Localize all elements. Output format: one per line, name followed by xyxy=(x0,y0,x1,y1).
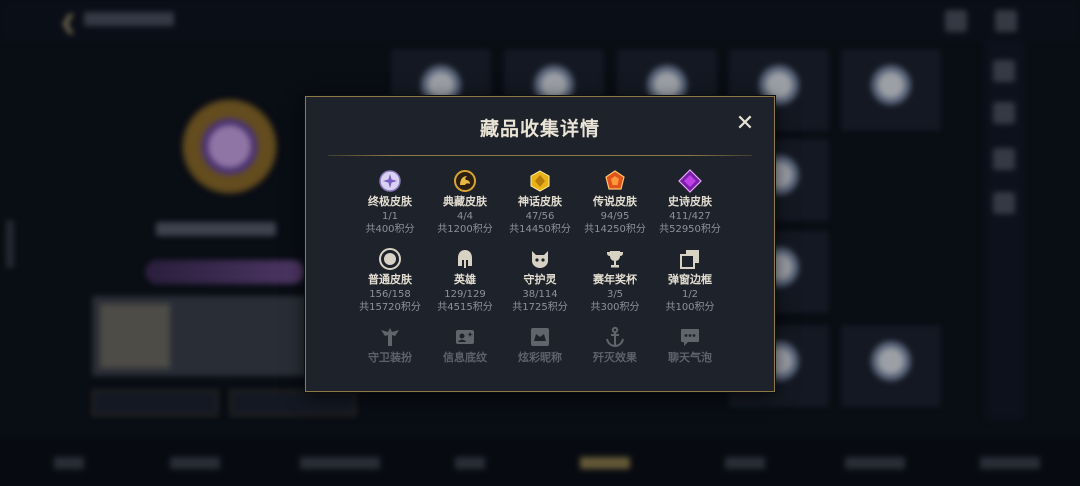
collection-item-popup-frame[interactable]: 弹窗边框 1/2 共100积分 xyxy=(645,247,735,314)
season-trophy-icon xyxy=(607,251,623,268)
close-button[interactable]: ✕ xyxy=(732,111,758,137)
hero-helmet-icon xyxy=(458,250,472,268)
normal-skin-icon xyxy=(379,248,401,270)
popup-frame-icon xyxy=(680,250,699,269)
epic-skin-icon xyxy=(678,169,702,193)
ultimate-skin-icon xyxy=(379,170,401,192)
collection-item-chat-bubble[interactable]: 聊天气泡 xyxy=(645,325,735,365)
item-count: 1/2 xyxy=(681,289,699,300)
item-name: 史诗皮肤 xyxy=(668,195,712,208)
item-name: 弹窗边框 xyxy=(668,273,712,286)
profile-banner-icon xyxy=(456,330,474,344)
mythic-skin-icon xyxy=(530,170,550,192)
item-name: 聊天气泡 xyxy=(668,351,712,364)
glow-nickname-icon xyxy=(531,328,549,346)
title-divider xyxy=(328,155,752,156)
dialog-title: 藏品收集详情 xyxy=(479,118,600,140)
item-count: 411/427 xyxy=(669,211,711,222)
item-points: 共100积分 xyxy=(665,302,715,313)
collection-item-epic-skin[interactable]: 史诗皮肤 411/427 共52950积分 xyxy=(645,169,735,236)
item-points: 共52950积分 xyxy=(659,224,721,235)
prestige-skin-icon xyxy=(454,170,476,192)
guardian-spirit-icon xyxy=(532,251,548,268)
legendary-skin-icon xyxy=(605,170,625,190)
kill-effect-icon xyxy=(606,326,624,348)
chat-bubble-icon xyxy=(681,329,699,346)
guardian-outfit-icon xyxy=(381,328,399,346)
collection-details-dialog: 藏品收集详情 ✕ 终极皮肤 1/1 共400积分 典藏皮肤 4/4 共1200积… xyxy=(305,96,775,392)
